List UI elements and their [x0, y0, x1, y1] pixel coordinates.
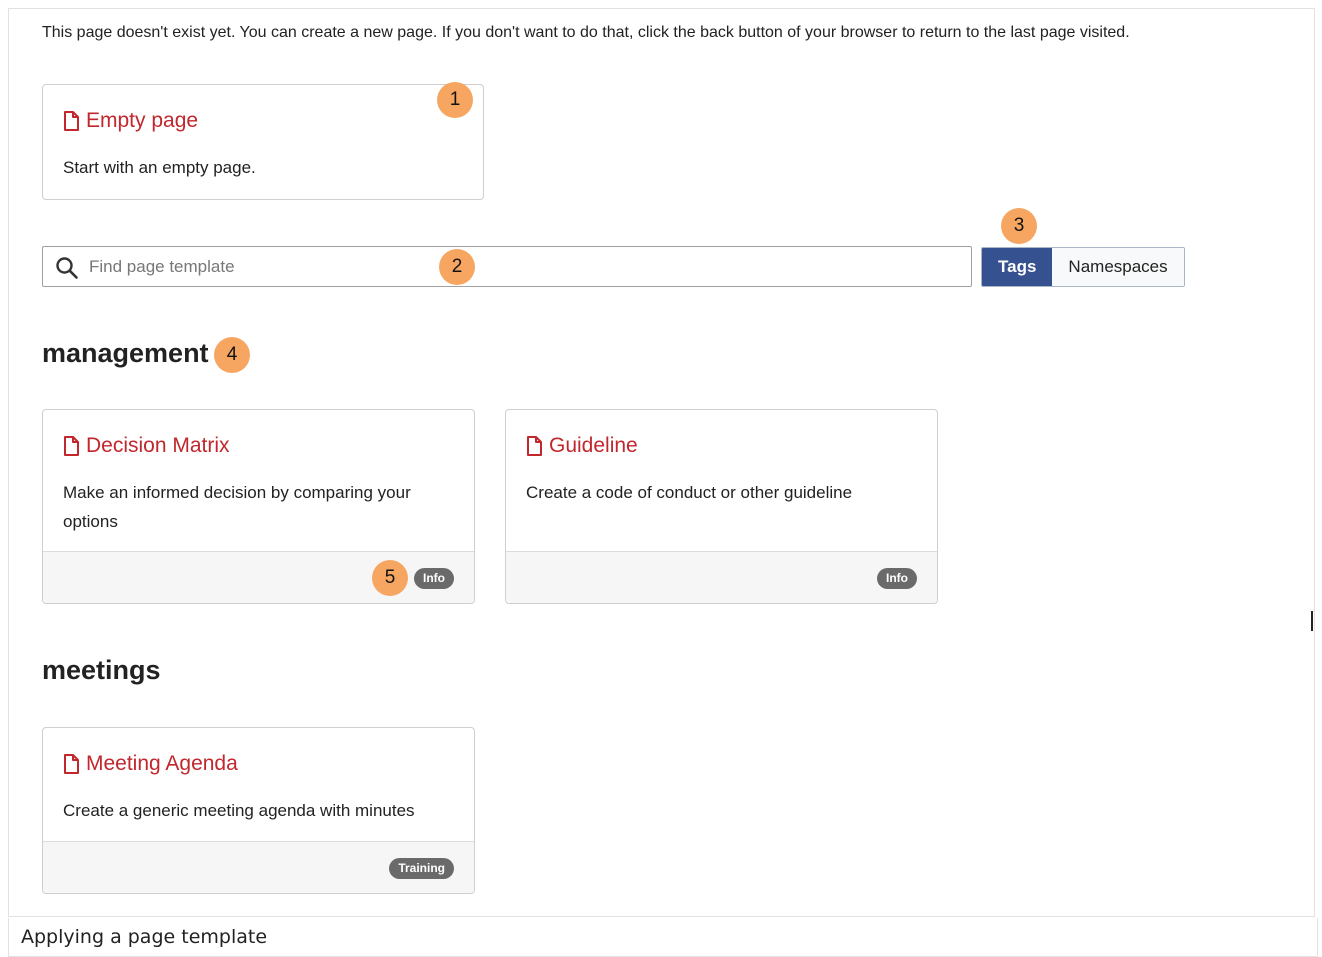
namespaces-toggle-button[interactable]: Namespaces [1052, 248, 1184, 286]
empty-page-link[interactable]: Empty page [63, 109, 198, 133]
document-icon [64, 754, 79, 774]
section-heading-meetings: meetings [42, 655, 161, 685]
template-card-decision-matrix[interactable]: Decision Matrix Make an informed decisio… [42, 409, 475, 604]
callout-marker-2: 2 [439, 249, 475, 285]
tags-toggle-button[interactable]: Tags [982, 248, 1053, 286]
template-link[interactable]: Guideline [526, 434, 638, 458]
group-by-toggle[interactable]: Tags Namespaces [981, 247, 1185, 287]
card-footer: Info [506, 551, 937, 603]
template-title: Decision Matrix [86, 434, 230, 457]
missing-page-notice: This page doesn't exist yet. You can cre… [42, 24, 1130, 41]
template-link[interactable]: Meeting Agenda [63, 752, 238, 776]
callout-marker-1: 1 [437, 82, 473, 118]
figure-caption-box: Applying a page template [8, 918, 1318, 957]
template-description: Make an informed decision by comparing y… [63, 483, 411, 531]
template-description: Create a code of conduct or other guidel… [526, 483, 853, 502]
empty-page-card[interactable]: Empty page Start with an empty page. [42, 84, 484, 200]
empty-page-title: Empty page [86, 109, 199, 132]
template-search-box[interactable] [42, 246, 972, 287]
figure-caption: Applying a page template [21, 926, 268, 948]
tag-pill[interactable]: Info [877, 568, 917, 589]
card-footer: Info [43, 551, 474, 603]
template-description: Create a generic meeting agenda with min… [63, 801, 415, 820]
callout-marker-3: 3 [1001, 208, 1037, 244]
template-title: Guideline [549, 434, 638, 457]
template-link[interactable]: Decision Matrix [63, 434, 230, 458]
tag-pill[interactable]: Training [389, 858, 454, 879]
search-icon [56, 257, 78, 279]
text-cursor [1311, 611, 1313, 631]
card-footer: Training [43, 841, 474, 893]
template-title: Meeting Agenda [86, 752, 238, 775]
tag-pill[interactable]: Info [414, 568, 454, 589]
document-icon [64, 436, 79, 456]
callout-marker-5: 5 [372, 560, 408, 596]
search-input[interactable] [89, 247, 949, 286]
document-icon [64, 111, 79, 131]
template-card-guideline[interactable]: Guideline Create a code of conduct or ot… [505, 409, 938, 604]
document-icon [527, 436, 542, 456]
empty-page-description: Start with an empty page. [63, 158, 256, 177]
callout-marker-4: 4 [214, 337, 250, 373]
section-heading-management: management [42, 338, 209, 368]
template-card-meeting-agenda[interactable]: Meeting Agenda Create a generic meeting … [42, 727, 475, 894]
